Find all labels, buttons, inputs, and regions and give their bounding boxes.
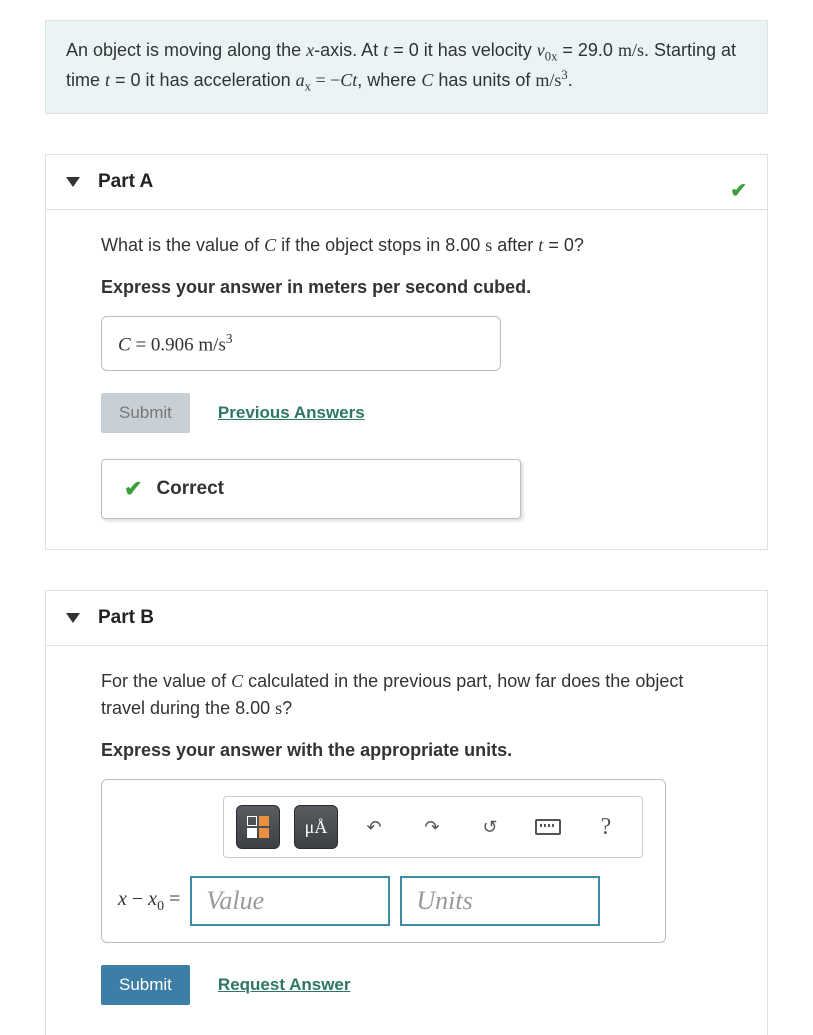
- part-a-answer: C = 0.906 m/s3: [101, 316, 501, 371]
- equals: =: [164, 888, 180, 910]
- check-icon: ✔: [730, 178, 747, 203]
- redo-icon: ↷: [424, 817, 439, 838]
- text: = 0 it has velocity: [388, 40, 537, 60]
- part-b-question: For the value of C calculated in the pre…: [101, 668, 712, 722]
- text: ?: [282, 698, 292, 718]
- templates-button[interactable]: [236, 805, 280, 849]
- part-a-header[interactable]: Part A ✔: [46, 155, 767, 210]
- unit-ms: m/s: [618, 40, 644, 60]
- units-button[interactable]: μÅ: [294, 805, 338, 849]
- var-v: v: [537, 40, 545, 60]
- var-x: x: [306, 40, 314, 60]
- text: An object is moving along the: [66, 40, 306, 60]
- previous-answers-link[interactable]: Previous Answers: [218, 403, 365, 423]
- part-a-body: What is the value of C if the object sto…: [46, 210, 767, 549]
- unit-exp: 3: [226, 331, 233, 346]
- part-b-body: For the value of C calculated in the pre…: [46, 646, 767, 1035]
- minus: −: [127, 888, 148, 910]
- request-answer-link[interactable]: Request Answer: [218, 975, 351, 995]
- submit-button[interactable]: Submit: [101, 393, 190, 433]
- part-a-instruction: Express your answer in meters per second…: [101, 277, 712, 298]
- text: , where: [357, 70, 421, 90]
- part-b-header[interactable]: Part B: [46, 591, 767, 646]
- text: = 29.0: [557, 40, 618, 60]
- chevron-down-icon: [66, 613, 80, 623]
- var-x: x: [118, 888, 127, 910]
- part-a-title: Part A: [98, 171, 153, 193]
- var-c: C: [264, 235, 276, 255]
- text: if the object stops in 8.00: [276, 235, 485, 255]
- text: after: [492, 235, 538, 255]
- text: has units of: [433, 70, 535, 90]
- keyboard-button[interactable]: [526, 805, 570, 849]
- sub-0: 0: [157, 899, 164, 914]
- units-input[interactable]: Units: [400, 876, 600, 926]
- redo-button[interactable]: ↷: [410, 805, 454, 849]
- value-placeholder: Value: [206, 886, 264, 916]
- check-icon: ✔: [124, 476, 142, 502]
- text: What is the value of: [101, 235, 264, 255]
- undo-icon: ↶: [366, 817, 381, 838]
- text: = 0 it has acceleration: [110, 70, 296, 90]
- undo-button[interactable]: ↶: [352, 805, 396, 849]
- var-x0: x: [148, 888, 157, 910]
- var-c: C: [118, 334, 131, 355]
- part-b: Part B For the value of C calculated in …: [45, 590, 768, 1035]
- value-input[interactable]: Value: [190, 876, 390, 926]
- var-c: C: [231, 671, 243, 691]
- units-placeholder: Units: [416, 886, 472, 916]
- reset-button[interactable]: ↺: [468, 805, 512, 849]
- part-a-question: What is the value of C if the object sto…: [101, 232, 712, 259]
- correct-feedback: ✔ Correct: [101, 459, 521, 519]
- part-b-title: Part B: [98, 607, 154, 629]
- part-a-buttons: Submit Previous Answers: [101, 393, 712, 433]
- var-c: C: [340, 70, 352, 90]
- sub-0x: 0x: [545, 50, 558, 64]
- part-b-buttons: Submit Request Answer: [101, 965, 712, 1005]
- var-c: C: [421, 70, 433, 90]
- problem-statement: An object is moving along the x-axis. At…: [45, 20, 768, 114]
- unit: m/s: [535, 70, 561, 90]
- help-icon: ?: [601, 814, 612, 841]
- answer-input-container: μÅ ↶ ↷ ↺ ? x − x0 = Value Units: [101, 779, 666, 943]
- help-button[interactable]: ?: [584, 805, 628, 849]
- part-b-instruction: Express your answer with the appropriate…: [101, 740, 712, 761]
- equation-lhs: x − x0 =: [118, 888, 180, 915]
- equation-toolbar: μÅ ↶ ↷ ↺ ?: [223, 796, 643, 858]
- templates-icon: [247, 816, 269, 838]
- part-a: Part A ✔ What is the value of C if the o…: [45, 154, 768, 550]
- unit: m/s: [198, 334, 225, 355]
- text: .: [568, 70, 573, 90]
- submit-button[interactable]: Submit: [101, 965, 190, 1005]
- units-label: μÅ: [305, 817, 328, 838]
- correct-label: Correct: [156, 478, 224, 500]
- text: -axis. At: [314, 40, 383, 60]
- equation-row: x − x0 = Value Units: [118, 876, 649, 926]
- reset-icon: ↺: [482, 817, 497, 838]
- var-a: a: [296, 70, 305, 90]
- chevron-down-icon: [66, 177, 80, 187]
- keyboard-icon: [535, 819, 561, 835]
- answer-value: = 0.906: [131, 334, 199, 355]
- text: = −: [311, 70, 340, 90]
- text: For the value of: [101, 671, 231, 691]
- text: = 0?: [543, 235, 584, 255]
